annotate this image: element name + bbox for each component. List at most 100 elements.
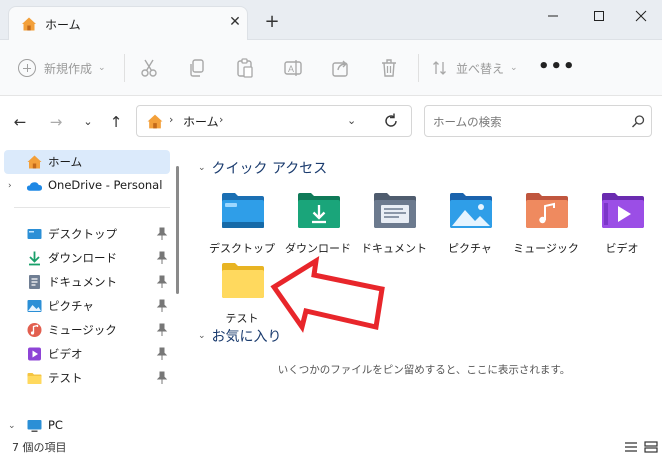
share-icon[interactable] — [330, 57, 352, 79]
pin-icon[interactable] — [156, 371, 168, 385]
chevron-down-icon: ⌄ — [510, 63, 518, 73]
tile-label: ダウンロード — [285, 242, 351, 255]
quick-access-title: クイック アクセス — [211, 161, 328, 177]
sidebar-item-home[interactable]: ホーム — [4, 150, 170, 174]
tile-label: デスクトップ — [209, 242, 275, 255]
video-icon — [28, 347, 41, 361]
plus-circle-icon — [18, 59, 36, 77]
title-bar: ホーム ✕ + — [0, 0, 662, 40]
home-icon — [27, 155, 42, 169]
chevron-right-icon[interactable]: › — [8, 181, 12, 191]
sidebar-item-label: ダウンロード — [48, 251, 117, 265]
minimize-icon — [548, 15, 558, 17]
sidebar-divider — [14, 207, 170, 208]
svg-text:A: A — [288, 64, 294, 74]
address-bar[interactable]: › ホーム › ⌄ — [136, 105, 412, 137]
desktop-icon — [27, 229, 42, 239]
sidebar-item-pictures[interactable]: ピクチャ — [4, 294, 170, 318]
quick-access-header[interactable]: ⌄ クイック アクセス — [198, 158, 327, 178]
close-window-button[interactable] — [620, 0, 662, 32]
tiles-view-icon[interactable] — [644, 441, 658, 453]
refresh-icon[interactable] — [381, 111, 401, 131]
tile-music[interactable]: ミュージック — [508, 190, 584, 270]
tab-title: ホーム — [45, 18, 81, 32]
toolbar-divider — [418, 54, 419, 82]
status-bar: 7 個の項目 — [0, 438, 662, 456]
address-dropdown-icon[interactable]: ⌄ — [347, 114, 356, 127]
details-view-icon[interactable] — [624, 441, 638, 453]
new-tab-button[interactable]: + — [262, 12, 282, 32]
item-count: 7 個の項目 — [12, 441, 67, 454]
sort-label: 並べ替え — [456, 61, 505, 76]
picture-icon — [27, 300, 42, 312]
breadcrumb-home[interactable]: ホーム — [183, 113, 219, 130]
breadcrumb-separator: › — [169, 113, 174, 126]
videos-folder-icon — [602, 193, 644, 228]
desktop-folder-icon — [222, 193, 264, 228]
tile-label: テスト — [225, 312, 259, 325]
maximize-button[interactable] — [576, 0, 622, 32]
pin-icon[interactable] — [156, 275, 168, 289]
pin-icon[interactable] — [156, 251, 168, 265]
sort-button[interactable]: 並べ替え ⌄ — [432, 58, 518, 78]
chevron-down-icon: ⌄ — [98, 63, 106, 73]
red-arrow-annotation — [270, 256, 385, 333]
close-icon — [635, 10, 647, 22]
sidebar-item-test[interactable]: テスト — [4, 366, 170, 390]
back-arrow-icon[interactable]: ← — [10, 112, 30, 132]
tab-home[interactable]: ホーム ✕ — [8, 6, 248, 40]
breadcrumb-separator[interactable]: › — [219, 113, 223, 126]
forward-arrow-icon[interactable]: → — [46, 112, 66, 132]
close-tab-icon[interactable]: ✕ — [227, 14, 243, 30]
paste-icon[interactable] — [234, 57, 256, 79]
music-folder-icon — [526, 193, 568, 228]
pin-icon[interactable] — [156, 299, 168, 313]
pin-icon[interactable] — [156, 323, 168, 337]
favorites-empty-message: いくつかのファイルをピン留めすると、ここに表示されます。 — [277, 364, 571, 376]
sidebar-item-label: ピクチャ — [48, 299, 94, 313]
new-button[interactable]: 新規作成 ⌄ — [18, 58, 106, 78]
up-arrow-icon[interactable]: ↑ — [106, 112, 126, 132]
maximize-icon — [594, 11, 604, 21]
sidebar-item-label: PC — [48, 418, 63, 432]
copy-icon[interactable] — [186, 57, 208, 79]
tile-pictures[interactable]: ピクチャ — [432, 190, 508, 270]
delete-icon[interactable] — [378, 57, 400, 79]
sidebar-item-music[interactable]: ミュージック — [4, 318, 170, 342]
tile-desktop[interactable]: デスクトップ — [204, 190, 280, 270]
content-pane: ⌄ クイック アクセス デスクトップ ダウンロード ドキュメント ピクチャ ミュ… — [186, 148, 662, 438]
chevron-down-icon: ⌄ — [198, 331, 206, 341]
home-icon — [22, 17, 36, 31]
home-icon — [147, 114, 163, 129]
rename-icon[interactable]: A — [282, 57, 304, 79]
sidebar-item-downloads[interactable]: ダウンロード — [4, 246, 170, 270]
sidebar-item-pc[interactable]: ⌄ PC — [4, 414, 170, 438]
tile-label: ビデオ — [605, 242, 639, 255]
folder-icon — [222, 263, 264, 298]
favorites-header[interactable]: ⌄ お気に入り — [198, 326, 282, 346]
sidebar-scrollbar[interactable] — [176, 166, 179, 294]
sidebar-item-onedrive[interactable]: › OneDrive - Personal — [4, 174, 170, 198]
sidebar-item-label: テスト — [48, 371, 83, 385]
download-arrow-icon — [29, 251, 40, 266]
sidebar-item-videos[interactable]: ビデオ — [4, 342, 170, 366]
command-bar: 新規作成 ⌄ A 並べ替え ⌄ ••• — [0, 40, 662, 96]
tile-label: ピクチャ — [448, 242, 492, 255]
pin-icon[interactable] — [156, 347, 168, 361]
new-button-label: 新規作成 — [44, 61, 93, 76]
pin-icon[interactable] — [156, 227, 168, 241]
sidebar-item-documents[interactable]: ドキュメント — [4, 270, 170, 294]
search-icon — [632, 115, 645, 128]
computer-icon — [27, 420, 42, 432]
search-box[interactable]: ホームの検索 — [424, 105, 652, 137]
cut-icon[interactable] — [138, 57, 160, 79]
chevron-down-icon[interactable]: ⌄ — [8, 421, 16, 431]
tile-videos[interactable]: ビデオ — [584, 190, 660, 270]
recent-locations-chevron-icon[interactable]: ⌄ — [78, 112, 98, 132]
sidebar-item-label: ビデオ — [48, 347, 83, 361]
sidebar-item-desktop[interactable]: デスクトップ — [4, 222, 170, 246]
sidebar-item-label: OneDrive - Personal — [48, 178, 163, 192]
minimize-button[interactable] — [530, 0, 576, 32]
more-options-icon[interactable]: ••• — [538, 56, 576, 77]
onedrive-cloud-icon — [26, 182, 43, 191]
